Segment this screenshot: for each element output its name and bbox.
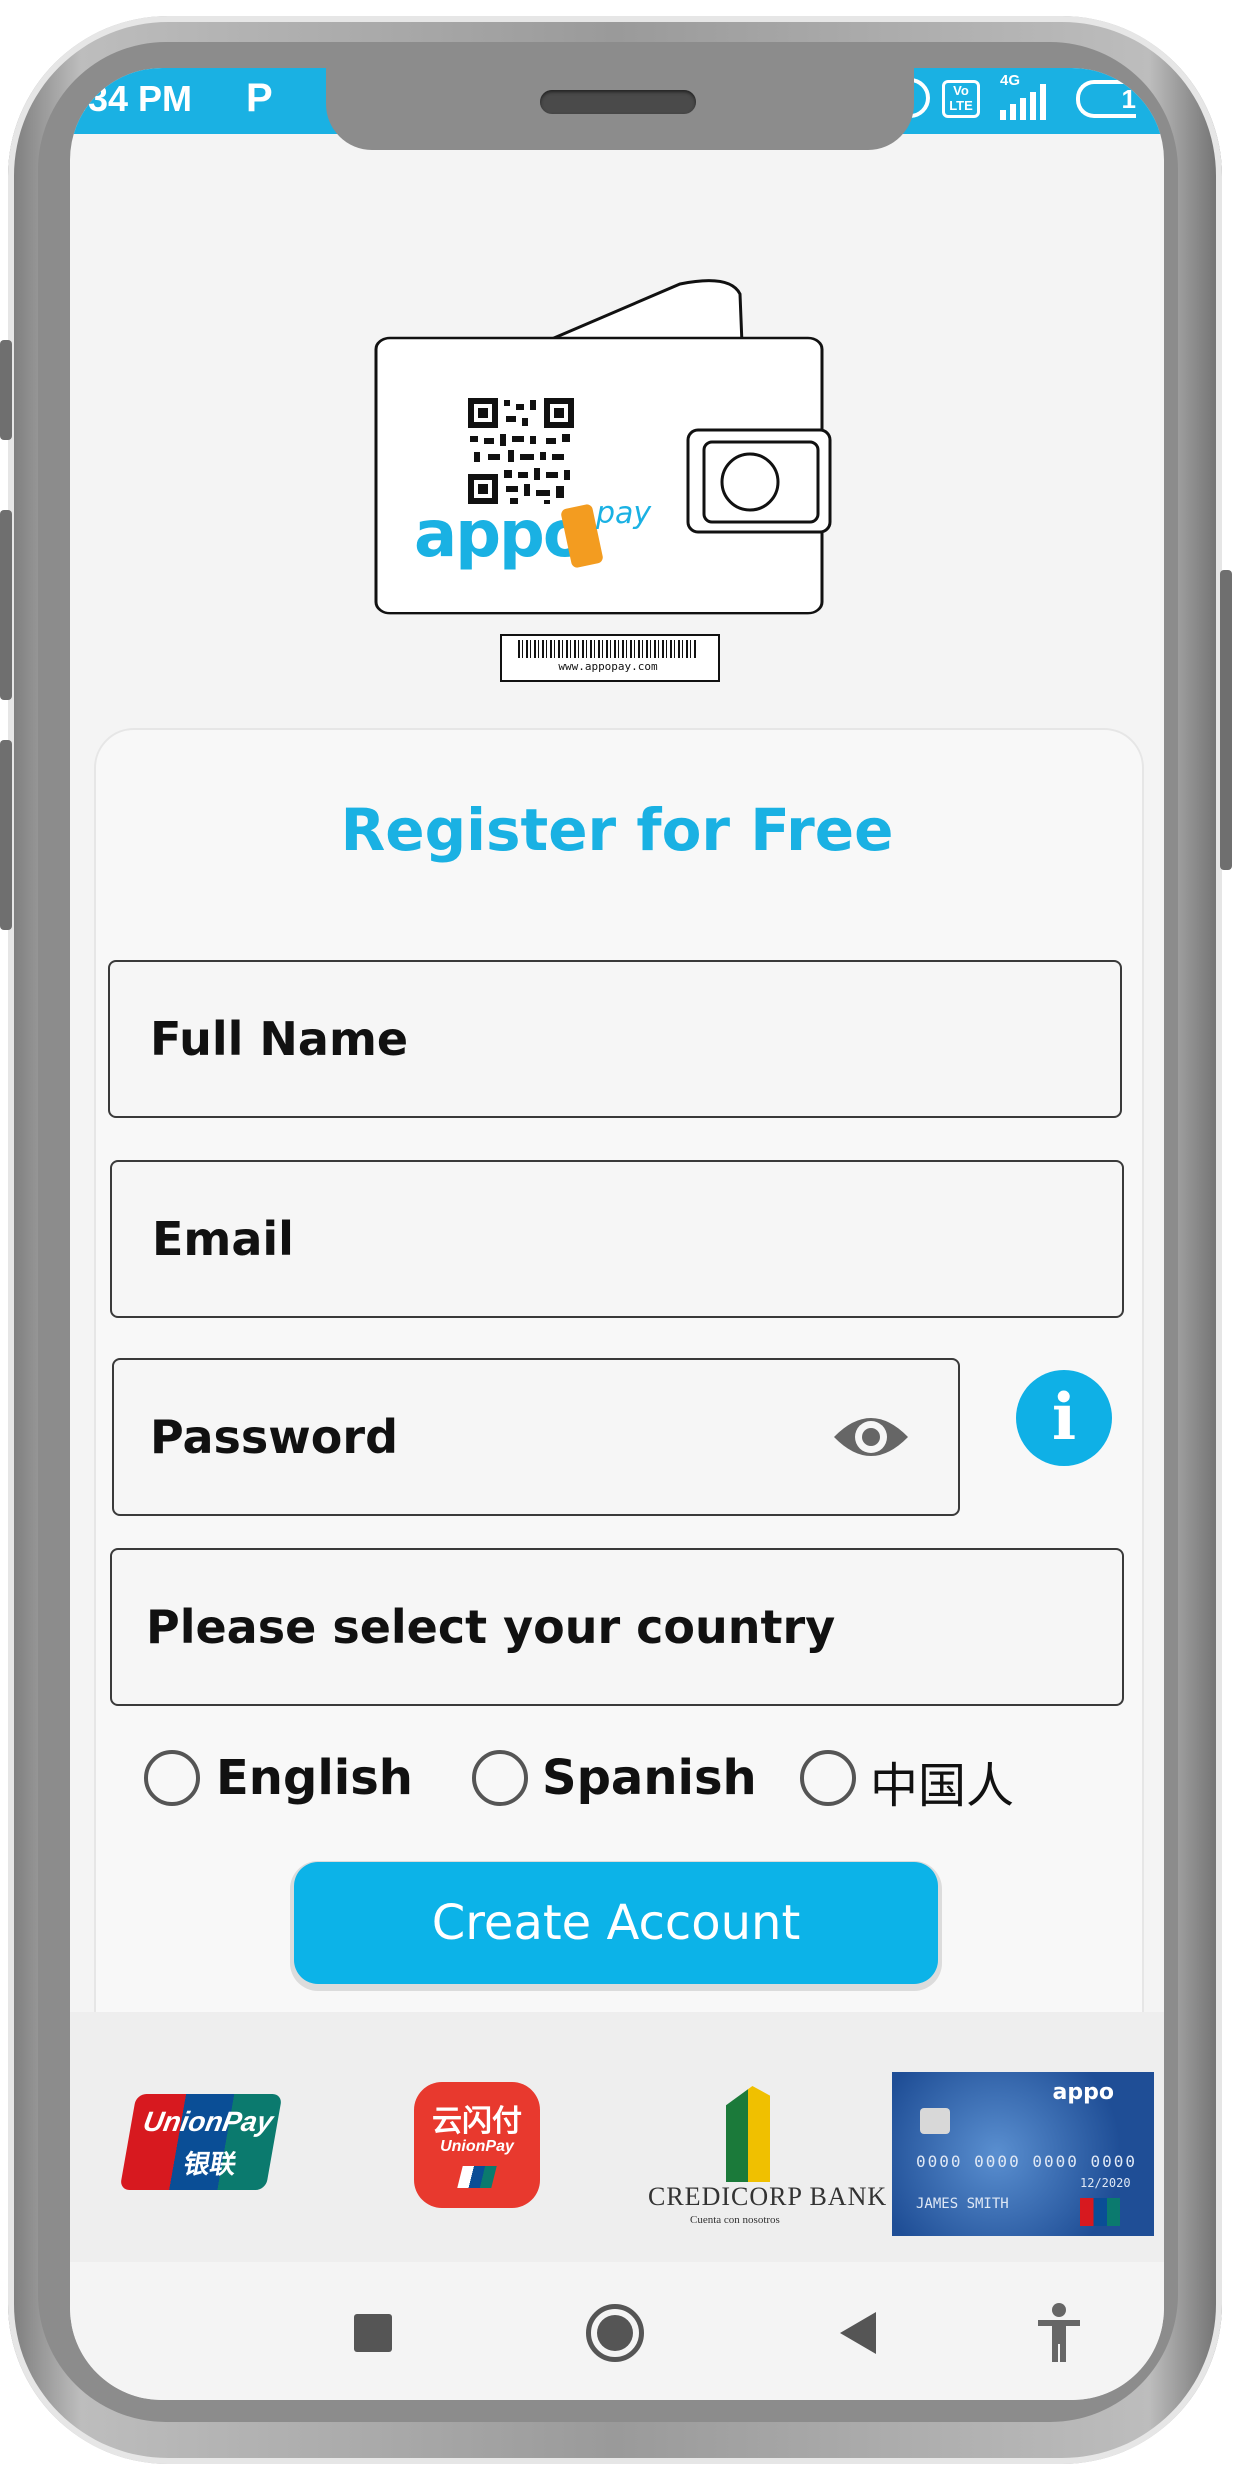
card-chip-icon [920,2108,950,2134]
yunshanfu-stripes [457,2166,497,2188]
signal-icon [1000,84,1046,120]
yunshanfu-text: 云闪付 [432,2104,522,2139]
back-button[interactable] [836,2308,880,2358]
card-unionpay-badge [1080,2198,1120,2226]
phone-side-button-left-2 [0,510,12,700]
credicorp-building-icon [726,2086,770,2182]
email-label: Email [152,1212,294,1266]
card-number: 0000 0000 0000 0000 [916,2152,1138,2171]
radio-chinese[interactable] [800,1750,856,1806]
appopay-card-image: appo 0000 0000 0000 0000 12/2020 JAMES S… [892,2072,1154,2236]
wallet-drawing [374,279,832,615]
partner-logos-strip: UnionPay 银联 云闪付 UnionPay CREDICORP BANK … [70,2012,1164,2262]
phone-side-button-right [1220,570,1232,870]
card-brand: appo [1052,2080,1114,2105]
password-label: Password [150,1410,398,1464]
recent-apps-button[interactable] [354,2314,392,2352]
eye-icon[interactable] [832,1409,910,1465]
password-field[interactable]: Password [112,1358,960,1516]
full-name-label: Full Name [150,1012,409,1066]
create-account-button[interactable]: Create Account [294,1862,938,1984]
status-time: :34 PM [76,78,193,119]
card-holder: JAMES SMITH [916,2196,1009,2212]
country-select[interactable]: Please select your country [110,1548,1124,1706]
full-name-field[interactable]: Full Name [108,960,1122,1118]
appopay-logo-main: appo [414,498,587,572]
radio-spanish[interactable] [472,1750,528,1806]
home-button[interactable] [586,2304,644,2362]
appopay-logo: appo [414,498,587,572]
barcode-url: www.appopay.com [558,660,658,673]
volte-icon: Vo LTE [942,80,980,118]
credicorp-name: CREDICORP BANK [648,2182,888,2211]
phone-side-button-left-3 [0,740,12,930]
appopay-logo-sub: pay [596,496,652,531]
radio-english-label: English [216,1750,413,1806]
earpiece-speaker [540,90,696,114]
card-expiry: 12/2020 [1080,2176,1131,2190]
unionpay-logo: UnionPay 银联 [119,2094,283,2190]
phone-screen: :34 PM P Vo LTE 4G 1 appo pay www.appopa… [70,68,1164,2400]
navigation-bar [70,2268,1164,2400]
credicorp-tagline: Cuenta con nosotros [690,2214,780,2226]
home-button-inner [597,2315,633,2351]
wallet-illustration: appo pay www.appopay.com [370,214,840,682]
page-title: Register for Free [340,796,894,864]
status-app-p-icon: P [246,76,273,120]
radio-english[interactable] [144,1750,200,1806]
qr-code-icon [468,398,574,504]
radio-spanish-label: Spanish [542,1750,757,1806]
radio-chinese-label: 中国人 [870,1758,1015,1814]
yunshanfu-logo: 云闪付 UnionPay [414,2082,540,2208]
country-select-label: Please select your country [146,1600,836,1654]
phone-side-button-left-1 [0,340,12,440]
unionpay-cn-text: 银联 [181,2150,239,2180]
accessibility-icon[interactable] [1036,2302,1082,2364]
battery-icon: 1 [1076,80,1136,118]
yunshanfu-sub: UnionPay [440,2138,514,2155]
unionpay-text: UnionPay [140,2106,276,2137]
password-info-button[interactable]: i [1016,1370,1112,1466]
barcode-bars [518,640,698,658]
email-field[interactable]: Email [110,1160,1124,1318]
